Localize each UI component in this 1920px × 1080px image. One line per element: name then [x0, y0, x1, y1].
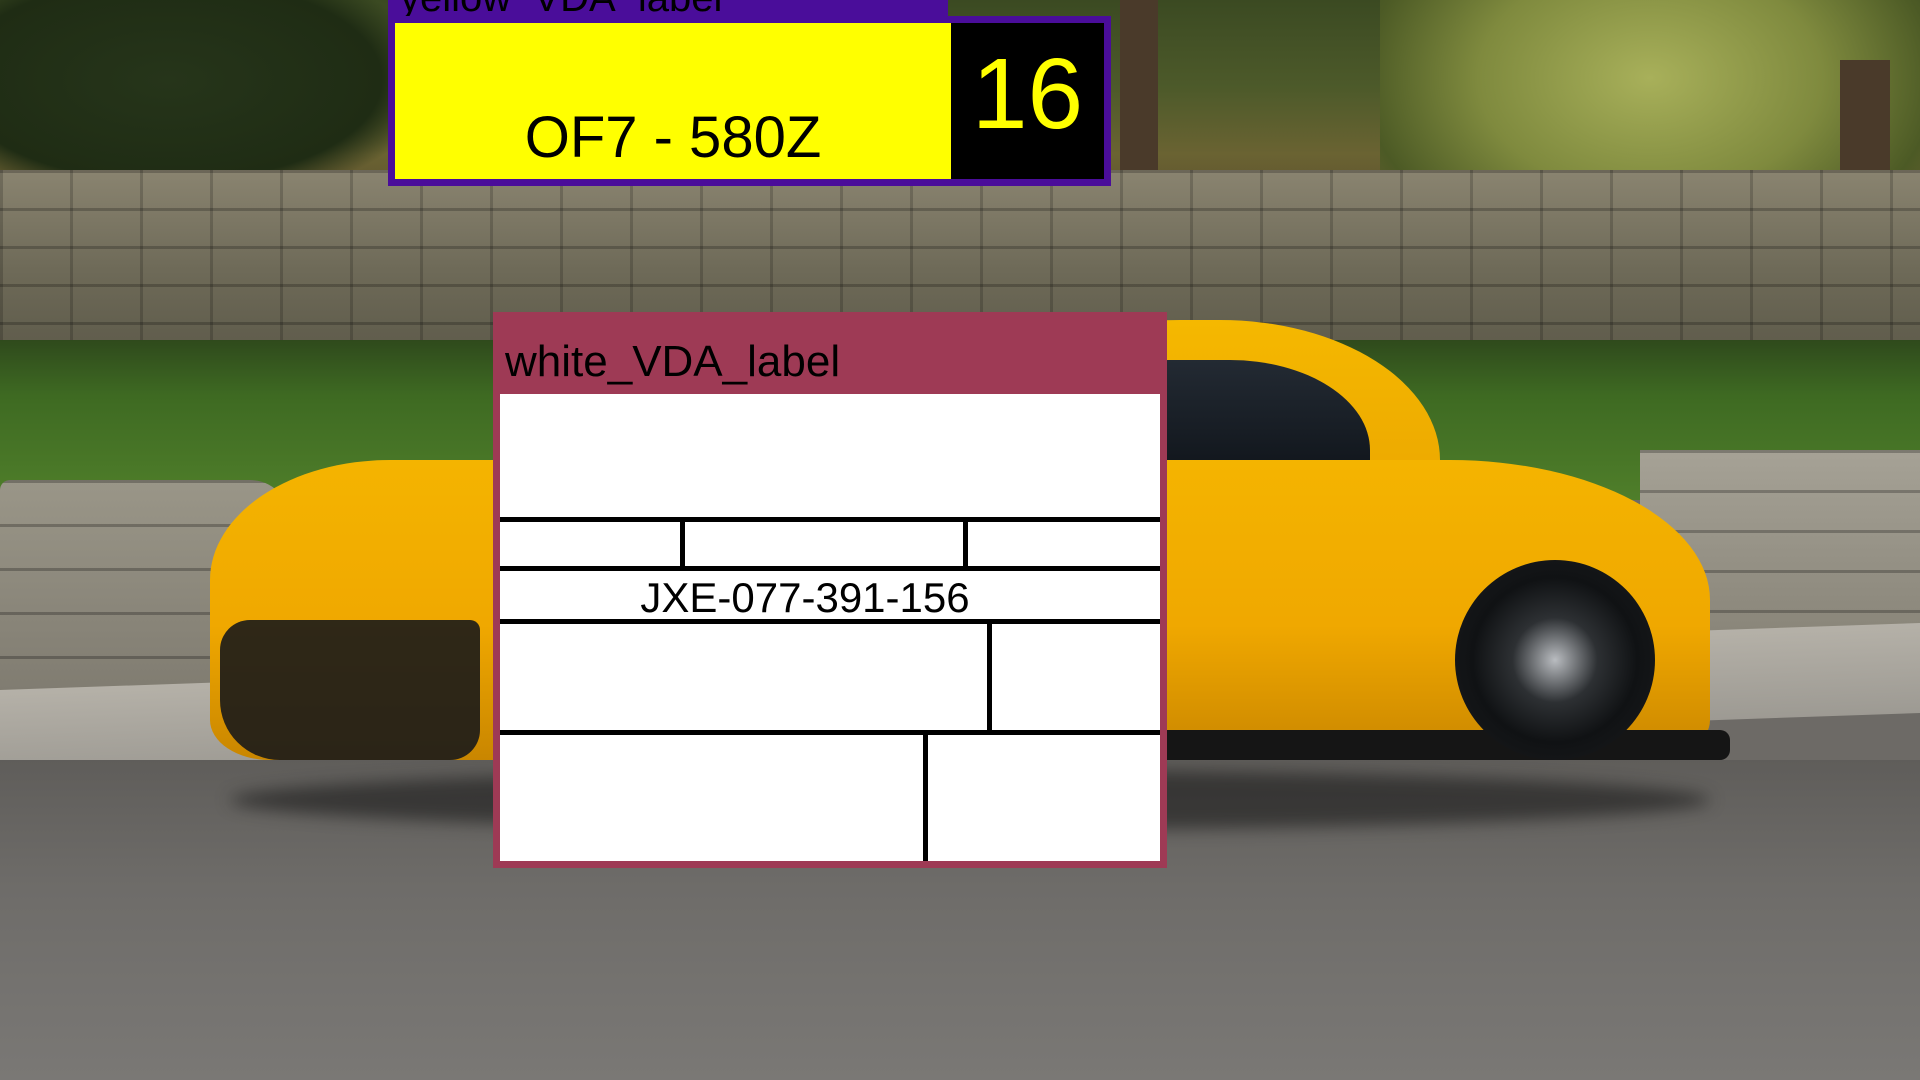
white-vda-label: white_VDA_label JXE-077-391-156 [493, 312, 1167, 868]
white-label-title: white_VDA_label [505, 337, 841, 386]
grid-divider [680, 517, 685, 571]
white-label-grid: JXE-077-391-156 [500, 394, 1160, 861]
grid-divider [987, 619, 992, 735]
front-bumper-grille [220, 620, 480, 760]
yellow-vda-label: OF7 - 580Z 16 [388, 16, 1111, 186]
yellow-label-plate-field: OF7 - 580Z [395, 23, 951, 179]
label-code: JXE-077-391-156 [640, 574, 970, 621]
yellow-label-number-box: 16 [951, 23, 1104, 179]
label-number: 16 [971, 38, 1084, 150]
grid-line [500, 566, 1160, 571]
grid-line [500, 517, 1160, 522]
plate-number: OF7 - 580Z [524, 105, 822, 170]
rear-wheel [1455, 560, 1655, 760]
grid-line [500, 730, 1160, 735]
grid-divider [963, 517, 968, 571]
grid-divider [923, 730, 928, 861]
